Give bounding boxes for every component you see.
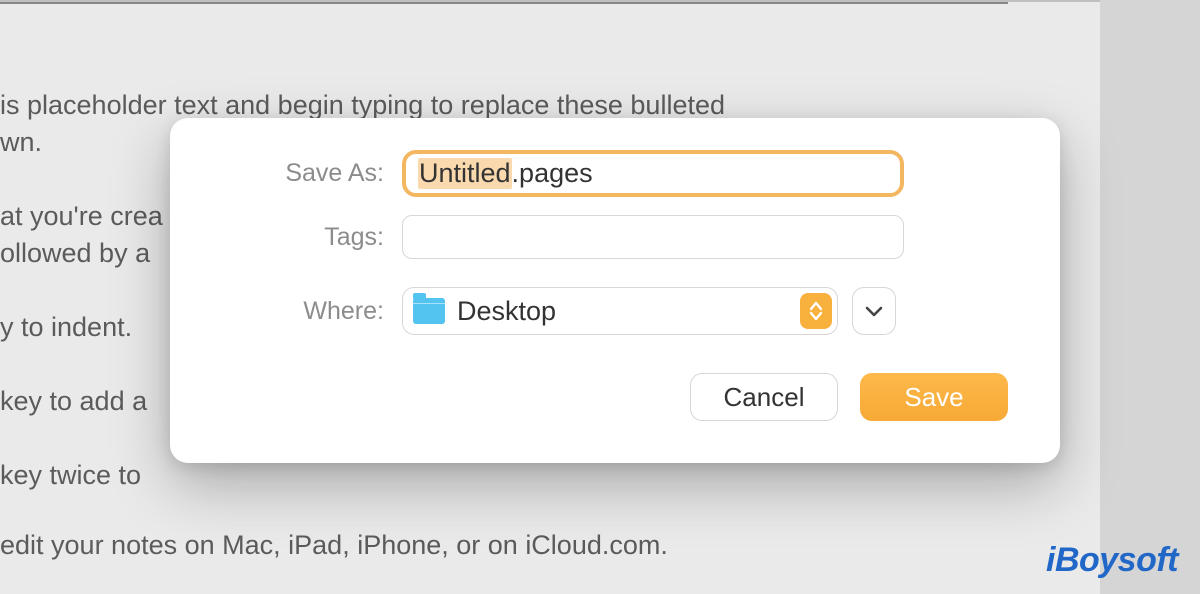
doc-text-line: at you're crea <box>0 198 163 234</box>
doc-text-line: key to add a <box>0 383 147 419</box>
updown-stepper-icon[interactable] <box>800 293 832 329</box>
tags-field[interactable] <box>402 215 904 259</box>
where-select[interactable]: Desktop <box>402 287 838 335</box>
doc-text-line: ollowed by a <box>0 235 150 271</box>
where-label: Where: <box>212 297 402 326</box>
doc-text-line: key twice to <box>0 457 141 493</box>
doc-text-line: edit your notes on Mac, iPad, iPhone, or… <box>0 527 668 563</box>
cancel-button[interactable]: Cancel <box>690 373 838 421</box>
save-as-field[interactable]: Untitled.pages <box>402 150 904 197</box>
doc-text-line: y to indent. <box>0 309 132 345</box>
folder-icon <box>413 298 445 324</box>
filename-extension: .pages <box>512 158 593 189</box>
window-edge <box>1100 0 1200 594</box>
expand-button[interactable] <box>852 287 896 335</box>
where-value: Desktop <box>457 296 556 327</box>
filename-selected: Untitled <box>418 158 512 189</box>
save-dialog: Save As: Untitled.pages Tags: Where: Des… <box>170 118 1060 463</box>
chevron-down-icon <box>865 305 883 317</box>
doc-text-line: wn. <box>0 124 42 160</box>
save-as-label: Save As: <box>212 159 402 188</box>
tags-label: Tags: <box>212 223 402 252</box>
watermark-logo: iBoysoft <box>1046 541 1178 580</box>
save-button[interactable]: Save <box>860 373 1008 421</box>
